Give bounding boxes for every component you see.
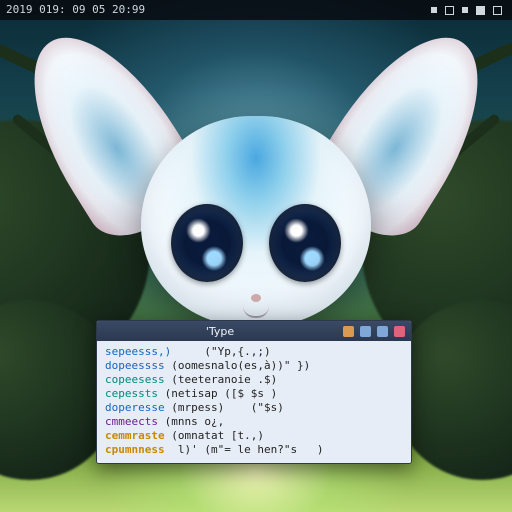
terminal-body[interactable]: sepeesss,) ("Yp,{.,;)dopeessss (oomesnal… — [97, 341, 411, 463]
terminal-text: (teeteranoie .$) — [165, 373, 278, 386]
terminal-keyword: dopeessss — [105, 359, 165, 372]
titlebar-button-icon[interactable] — [343, 326, 354, 337]
terminal-line: cpumnness l)' (m"= le hen?"s ) — [105, 443, 403, 457]
close-button[interactable] — [394, 326, 405, 337]
terminal-keyword: doperesse — [105, 401, 165, 414]
terminal-keyword: cpumnness — [105, 443, 165, 456]
terminal-text: ("Yp,{.,;) — [171, 345, 270, 358]
terminal-text: (netisap ([$ $s ) — [158, 387, 277, 400]
taskbar[interactable]: 2019 019: 09 05 20:99 — [0, 0, 512, 20]
terminal-keyword: cepessts — [105, 387, 158, 400]
tray-window-icon[interactable] — [445, 6, 454, 15]
desktop: 2019 019: 09 05 20:99 'Type sepeesss,) (… — [0, 0, 512, 512]
terminal-window[interactable]: 'Type sepeesss,) ("Yp,{.,;)dopeessss (oo… — [96, 320, 412, 464]
terminal-text: l)' (m"= le hen?"s ) — [165, 443, 324, 456]
terminal-line: doperesse (mrpess) ("$s) — [105, 401, 403, 415]
minimize-button[interactable] — [360, 326, 371, 337]
terminal-line: cepessts (netisap ([$ $s ) — [105, 387, 403, 401]
terminal-titlebar[interactable]: 'Type — [97, 321, 411, 341]
terminal-line: cmmeects (mnns o¿, — [105, 415, 403, 429]
terminal-text: (oomesnalo(es,à))" }) — [165, 359, 311, 372]
terminal-line: dopeessss (oomesnalo(es,à))" }) — [105, 359, 403, 373]
terminal-line: copeesess (teeteranoie .$) — [105, 373, 403, 387]
terminal-line: cemmraste (omnatat [t.,) — [105, 429, 403, 443]
maximize-button[interactable] — [377, 326, 388, 337]
terminal-keyword: cmmeects — [105, 415, 158, 428]
terminal-text: (omnatat [t.,) — [165, 429, 264, 442]
tray-indicator-icon[interactable] — [431, 7, 437, 13]
terminal-text: (mrpess) ("$s) — [165, 401, 284, 414]
creature-head — [141, 116, 371, 326]
terminal-title: 'Type — [103, 325, 337, 338]
terminal-keyword: sepeesss,) — [105, 345, 171, 358]
creature-eye — [269, 204, 341, 282]
creature-eye — [171, 204, 243, 282]
tray-window-icon[interactable] — [493, 6, 502, 15]
terminal-text: (mnns o¿, — [158, 415, 224, 428]
creature-mouth — [243, 306, 269, 318]
tray-indicator-icon[interactable] — [462, 7, 468, 13]
terminal-line: sepeesss,) ("Yp,{.,;) — [105, 345, 403, 359]
terminal-keyword: cemmraste — [105, 429, 165, 442]
taskbar-clock: 2019 019: 09 05 20:99 — [6, 0, 145, 20]
wallpaper-creature — [76, 46, 436, 346]
tray-app-icon[interactable] — [476, 6, 485, 15]
terminal-keyword: copeesess — [105, 373, 165, 386]
creature-nose — [251, 294, 261, 302]
